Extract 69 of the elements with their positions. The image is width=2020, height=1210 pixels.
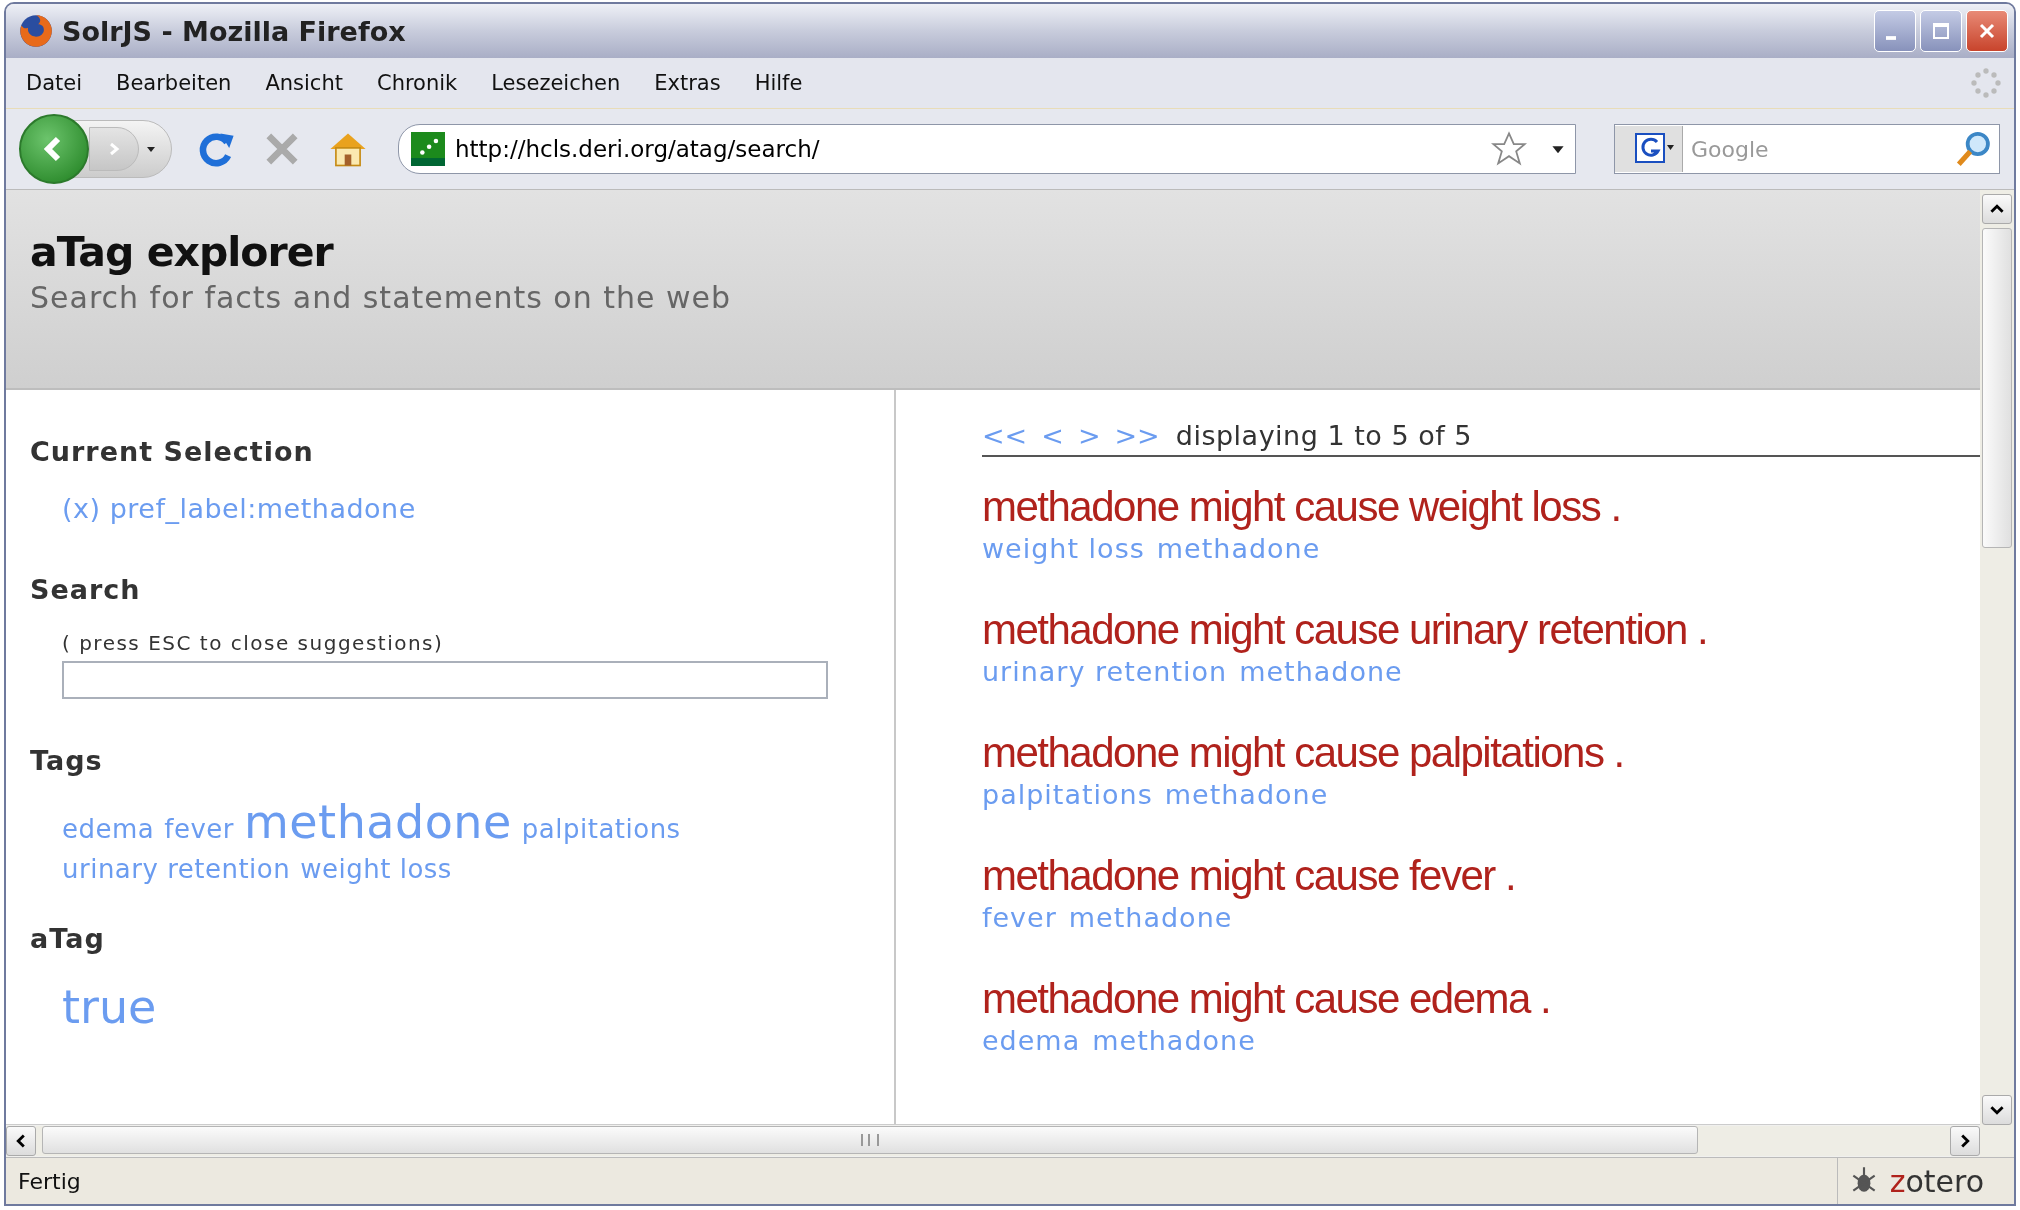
tag-link[interactable]: weight loss [982, 533, 1145, 564]
result-title: methadone might cause fever . [982, 851, 1517, 901]
tag-link[interactable]: methadone [1239, 656, 1403, 687]
section-heading: aTag [30, 923, 105, 954]
page-title: aTag explorer [30, 228, 335, 276]
tag-link[interactable]: palpitations [521, 809, 681, 849]
menu-item[interactable]: Ansicht [265, 71, 343, 95]
scroll-left-icon[interactable] [6, 1126, 36, 1156]
site-icon [411, 132, 445, 166]
search-field[interactable] [62, 661, 828, 699]
tag-link[interactable]: weight loss [300, 849, 452, 889]
tag-link[interactable]: methadone [1068, 902, 1233, 933]
window-title: SolrJS - Mozilla Firefox [62, 15, 407, 47]
g-logo-icon [1634, 132, 1675, 163]
status-text: Fertig [18, 1168, 82, 1194]
bookmark-star-icon[interactable] [1491, 131, 1527, 167]
tag-link[interactable]: methadone [244, 802, 512, 842]
tag-link[interactable]: edema [62, 809, 155, 849]
vertical-scrollbar[interactable] [1980, 190, 2014, 1157]
zotero-label[interactable]: zotero [1889, 1163, 1984, 1199]
menu-item[interactable]: Lesezeichen [491, 71, 621, 95]
maximize-icon [1931, 21, 1951, 41]
menu-item[interactable]: Extras [654, 71, 721, 95]
maximize-button[interactable] [1920, 10, 1962, 52]
result-title: methadone might cause weight loss . [982, 482, 1622, 532]
hint-text: ( press ESC to close suggestions) [62, 631, 444, 655]
scroll-up-icon[interactable] [1982, 194, 2012, 224]
tag-link[interactable]: palpitations [982, 779, 1153, 810]
tag-link[interactable]: urinary retention [982, 656, 1228, 687]
section-heading: Tags [30, 745, 103, 776]
menu-item[interactable]: Datei [26, 71, 83, 95]
page-subtitle: Search for facts and statements on the web [30, 280, 733, 315]
section-heading: Search [30, 574, 141, 605]
pager-link[interactable]: > [1077, 420, 1101, 451]
tag-link[interactable]: edema [982, 1025, 1081, 1056]
close-button[interactable] [1966, 10, 2008, 52]
remove-filter-link[interactable]: (x) pref_label:methadone [62, 493, 416, 524]
horizontal-scrollbar[interactable] [6, 1124, 1980, 1157]
result-title: methadone might cause edema . [982, 974, 1552, 1024]
scrollbar-thumb[interactable] [42, 1126, 1698, 1154]
section-heading: Current Selection [30, 436, 314, 467]
search-icon[interactable] [1955, 130, 1993, 168]
pager-link[interactable]: << [982, 420, 1028, 451]
pager-text: displaying 1 to 5 of 5 [1175, 420, 1472, 451]
tag-link[interactable]: methadone [1164, 779, 1329, 810]
tag-link[interactable]: methadone [1092, 1025, 1256, 1056]
scroll-down-icon[interactable] [1982, 1095, 2012, 1125]
address-field[interactable]: http://hcls.deri.org/atag/search/ [398, 124, 1576, 174]
loading-spinner-icon [1970, 67, 2002, 99]
minimize-button[interactable] [1874, 10, 1916, 52]
menu-item[interactable]: Bearbeiten [116, 71, 232, 95]
firefox-logo-icon [18, 13, 54, 49]
pager-link[interactable]: < [1041, 420, 1064, 451]
pager-link[interactable]: >> [1114, 420, 1160, 451]
scrollbar-thumb[interactable] [1982, 228, 2012, 548]
result-title: methadone might cause urinary retention . [982, 605, 1709, 655]
minimize-icon [1886, 36, 1896, 40]
facet-link[interactable]: true [62, 980, 157, 1034]
tag-link[interactable]: fever [982, 902, 1057, 933]
search-field[interactable]: Google [1614, 124, 2000, 174]
menu-item[interactable]: Chronik [376, 71, 458, 95]
tag-link[interactable]: urinary retention [62, 849, 291, 889]
tag-link[interactable]: methadone [1156, 533, 1321, 564]
result-title: methadone might cause palpitations . [982, 728, 1625, 778]
close-icon [1977, 21, 1997, 41]
search-engine-button[interactable] [1615, 126, 1683, 172]
scroll-right-icon[interactable] [1950, 1126, 1980, 1156]
menu-item[interactable]: Hilfe [754, 71, 803, 95]
tag-link[interactable]: fever [164, 809, 234, 849]
